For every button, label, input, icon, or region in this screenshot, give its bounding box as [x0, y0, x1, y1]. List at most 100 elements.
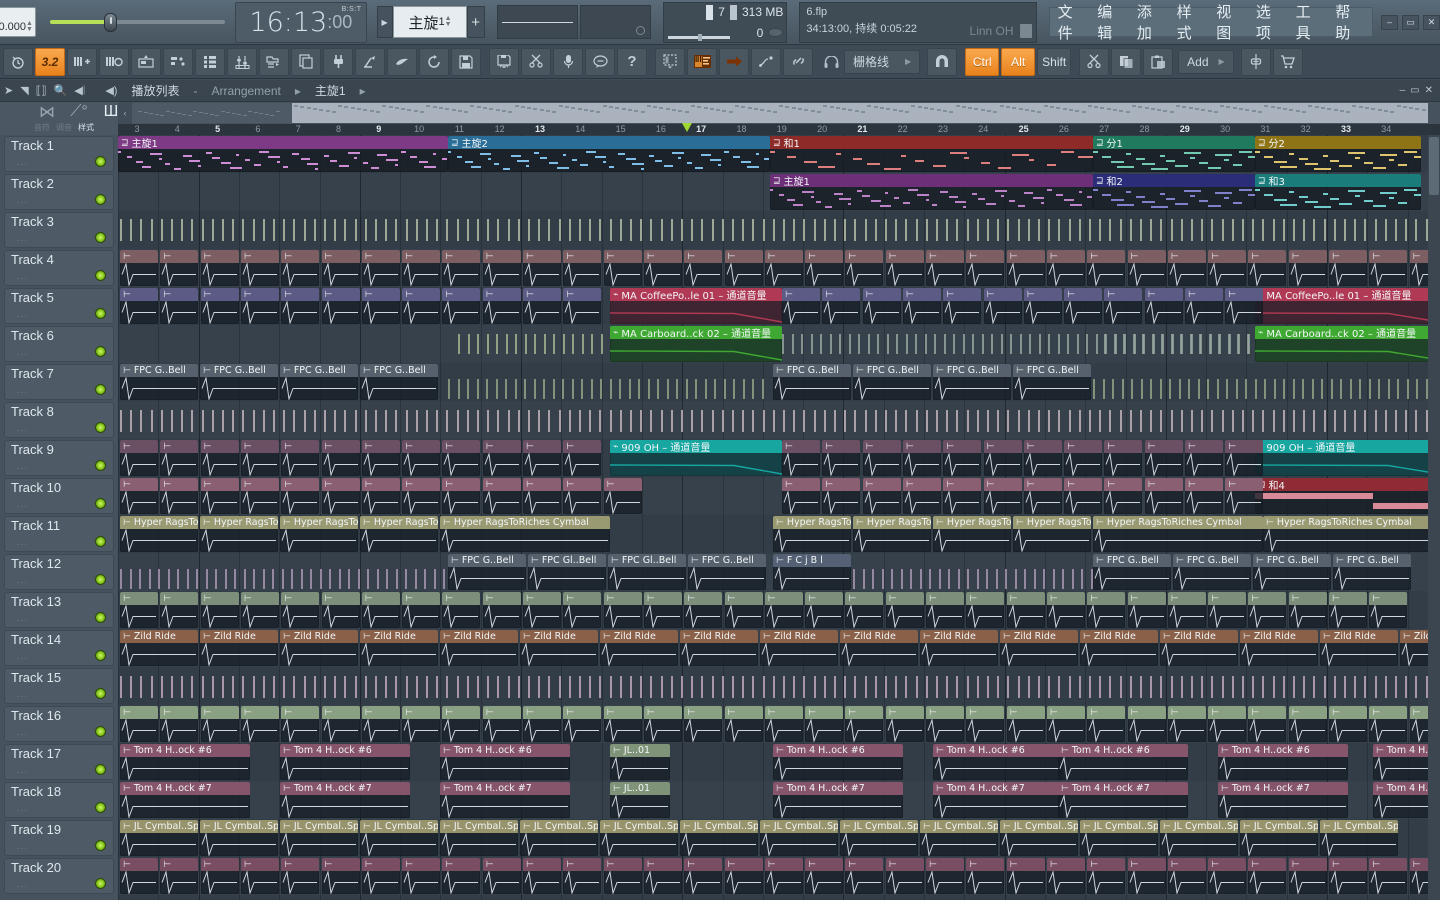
channel-rack-icon[interactable]: [195, 47, 225, 76]
audio-clip[interactable]: ⊢: [321, 706, 360, 742]
audio-clip[interactable]: ⊢: [684, 706, 723, 742]
audio-clip[interactable]: ⊢: [1329, 592, 1367, 628]
audio-clip[interactable]: ⊢: [240, 858, 279, 894]
audio-clip[interactable]: ⊢: [1087, 250, 1126, 286]
save-as-icon[interactable]: [489, 47, 519, 76]
audio-clip[interactable]: ⊢: [442, 592, 481, 628]
audio-clip[interactable]: ⊢: [321, 250, 360, 286]
audio-clip[interactable]: ⊢: [1167, 592, 1206, 628]
audio-clip[interactable]: ⊢: [200, 706, 239, 742]
modifier-shift-button[interactable]: Shift: [1037, 47, 1072, 76]
audio-clip[interactable]: ⊢: [764, 250, 803, 286]
track-header-17[interactable]: Track 17...: [4, 744, 114, 780]
add-menu[interactable]: Add ▶: [1178, 49, 1234, 74]
breadcrumb-chevron-2-icon[interactable]: ▸: [360, 84, 366, 98]
track-enable-led[interactable]: [95, 612, 106, 623]
audio-clip[interactable]: ⊢: [1208, 858, 1247, 894]
audio-clip[interactable]: ⊢: [361, 706, 400, 742]
step-sequencer-icon[interactable]: [163, 47, 193, 76]
collapse-button[interactable]: ‹: [118, 102, 132, 124]
audio-clip[interactable]: ⊢: [1329, 706, 1367, 742]
audio-clip[interactable]: ⊢: [120, 592, 158, 628]
track-header-18[interactable]: Track 18...: [4, 782, 114, 818]
audio-clip[interactable]: ⊢Tom 4 H..ock #6: [120, 744, 250, 780]
audio-clip[interactable]: ⊢Zild Ride: [680, 630, 758, 666]
audio-clip[interactable]: ⊢ FPC G..Bell: [1093, 554, 1171, 590]
track-header-5[interactable]: Track 5...: [4, 288, 114, 324]
audio-clip[interactable]: ⊢: [926, 592, 964, 628]
track-enable-led[interactable]: [95, 802, 106, 813]
time-display[interactable]: 16:13:00 B:S:T: [235, 1, 367, 43]
audio-clip[interactable]: ⊢: [724, 250, 763, 286]
maximize-button[interactable]: ▭: [1402, 14, 1419, 30]
audio-clip[interactable]: ⊢: [1369, 250, 1408, 286]
audio-clip[interactable]: ⊢: [885, 250, 924, 286]
playlist-maximize-button[interactable]: ▭: [1410, 85, 1419, 96]
undo-icon[interactable]: [419, 47, 449, 76]
audio-clip[interactable]: ⊢: [361, 440, 400, 476]
audio-clip[interactable]: ⊢: [845, 250, 884, 286]
audio-clip[interactable]: ⊢: [1144, 440, 1183, 476]
audio-clip[interactable]: ⊢: [523, 288, 561, 324]
audio-clip[interactable]: ⊢Zild Ride: [520, 630, 598, 666]
audio-clip[interactable]: ⊢: [1225, 288, 1264, 324]
audio-clip[interactable]: ⊢Zild Ride: [1320, 630, 1398, 666]
track-enable-led[interactable]: [95, 308, 106, 319]
audio-clip[interactable]: ⊢: [240, 250, 279, 286]
audio-clip[interactable]: ⊢Zild Ride: [1080, 630, 1158, 666]
audio-clip[interactable]: ⊢: [885, 706, 924, 742]
snap-selector[interactable]: 栅格线 ▶: [844, 49, 921, 74]
audio-clip[interactable]: ⊢: [684, 250, 723, 286]
audio-clip[interactable]: ⊢ FPC G..Bell: [773, 364, 851, 400]
audio-clip[interactable]: ⊢: [805, 592, 844, 628]
audio-clip[interactable]: ⊢Zild Ride: [1000, 630, 1078, 666]
audio-clip[interactable]: ⊢: [120, 478, 158, 514]
menu-item-edit[interactable]: 编辑: [1097, 1, 1126, 43]
audio-clip[interactable]: ⊢: [1369, 592, 1408, 628]
audio-clip[interactable]: ⊢: [926, 706, 964, 742]
audio-clip[interactable]: ⊢Tom 4 H..ock #7: [1218, 782, 1348, 818]
audio-clip[interactable]: ⊢: [200, 478, 239, 514]
track-enable-led[interactable]: [95, 650, 106, 661]
track-name[interactable]: Track 3: [11, 214, 54, 229]
breadcrumb-chevron-1-icon[interactable]: ▸: [295, 84, 301, 98]
menu-item-add[interactable]: 添加: [1137, 1, 1166, 43]
audio-clip[interactable]: ⊢: [160, 288, 199, 324]
audio-clip[interactable]: ⊢: [1087, 858, 1126, 894]
audio-clip[interactable]: ⊢: [643, 592, 682, 628]
pattern-menu-arrow-icon[interactable]: ▶: [376, 6, 393, 38]
audio-clip[interactable]: ⊢: [160, 592, 199, 628]
pattern-clip[interactable]: ⊒和4: [1255, 478, 1440, 514]
audio-clip[interactable]: ⊢JL Cymbal..Spla: [120, 820, 198, 856]
audio-clip[interactable]: ⊢: [1006, 858, 1045, 894]
audio-clip[interactable]: ⊢: [1046, 592, 1085, 628]
track-header-13[interactable]: Track 13...: [4, 592, 114, 628]
audio-clip[interactable]: ⊢Tom 4 H..ock #7: [773, 782, 903, 818]
audio-clip[interactable]: ⊢ FPC G..Bell: [360, 364, 438, 400]
scrollbar-thumb[interactable]: [1429, 137, 1439, 195]
modifier-ctrl-button[interactable]: Ctrl: [965, 47, 1000, 76]
pattern-clip[interactable]: ⊒ 主旋1: [770, 174, 1093, 210]
audio-clip[interactable]: ⊢ Hyper RagsTo: [120, 516, 198, 552]
audio-clip[interactable]: ⊢: [120, 288, 158, 324]
vertical-scrollbar[interactable]: [1428, 135, 1440, 900]
track-name[interactable]: Track 5: [11, 290, 54, 305]
audio-clip[interactable]: ⊢: [1369, 858, 1408, 894]
audio-clip[interactable]: ⊢: [160, 706, 199, 742]
track-header-6[interactable]: Track 6...: [4, 326, 114, 362]
audio-clip[interactable]: ⊢Zild Ride: [760, 630, 838, 666]
track-name[interactable]: Track 11: [11, 518, 60, 533]
menu-item-tools[interactable]: 工具: [1296, 1, 1325, 43]
audio-clip[interactable]: ⊢ Hyper RagsTo: [360, 516, 438, 552]
audio-clip[interactable]: ⊢: [966, 592, 1005, 628]
audio-clip[interactable]: ⊢: [281, 250, 320, 286]
audio-clip[interactable]: ⊢: [684, 858, 723, 894]
tempo-field[interactable]: 0.000 ▲ ▼: [0, 7, 36, 37]
audio-clip[interactable]: ⊢: [1288, 706, 1327, 742]
audio-clip[interactable]: ⊢: [1064, 440, 1103, 476]
audio-clip[interactable]: ⊢: [563, 858, 602, 894]
audio-clip[interactable]: ⊢: [885, 592, 924, 628]
audio-clip[interactable]: ⊢JL Cymbal..Spla: [360, 820, 438, 856]
audio-clip[interactable]: ⊢: [845, 858, 884, 894]
track-name[interactable]: Track 15: [11, 670, 61, 685]
